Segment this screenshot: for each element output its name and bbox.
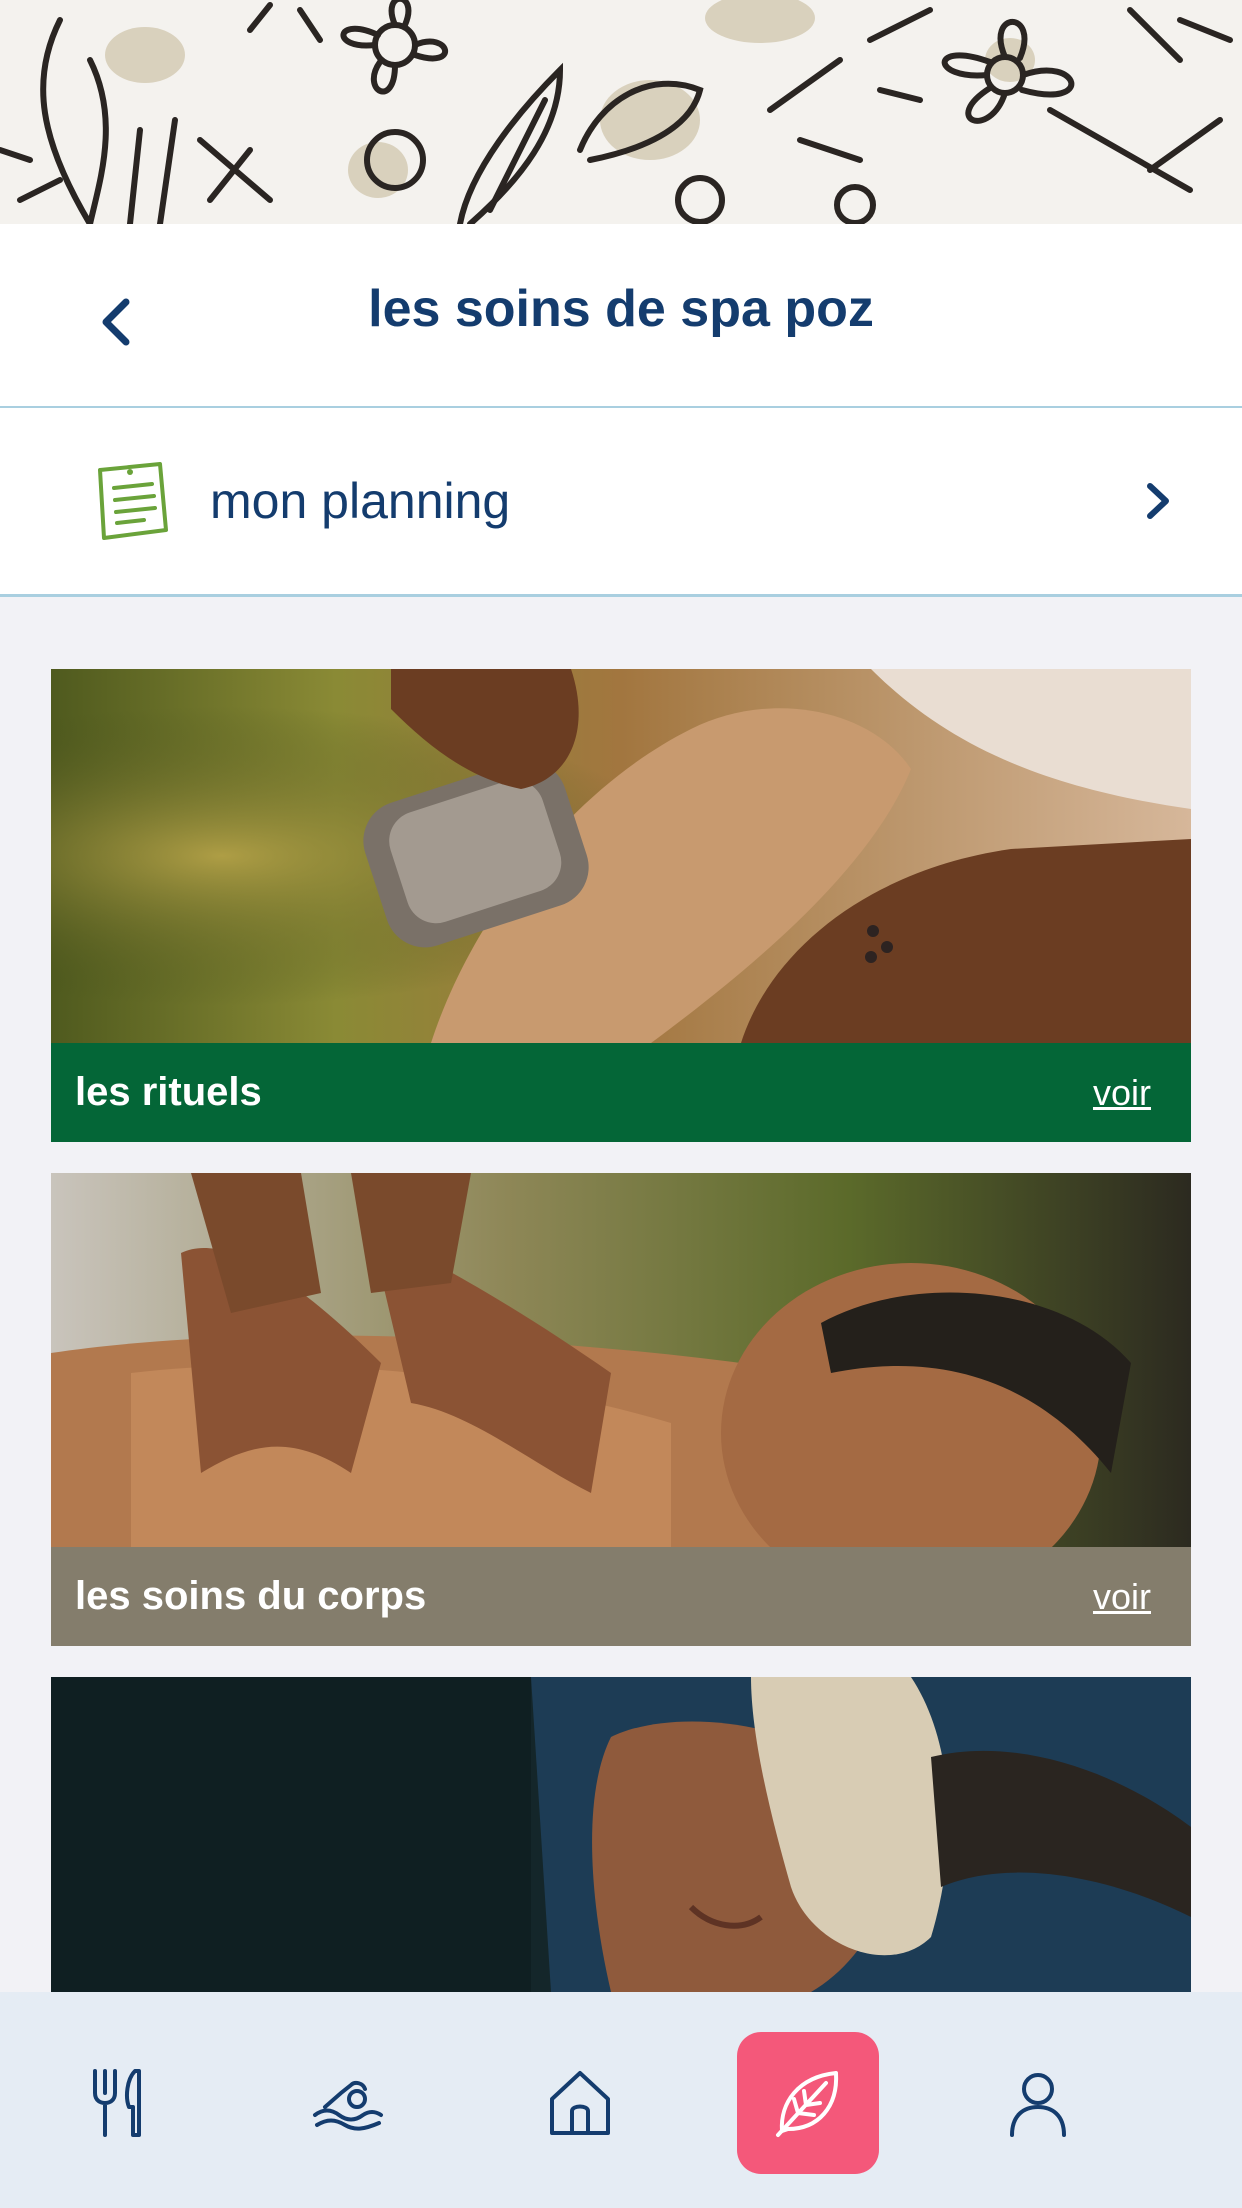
soins-du-corps-photo [51, 1173, 1191, 1547]
chevron-right-icon [1147, 483, 1169, 519]
tab-profile[interactable] [967, 2032, 1109, 2174]
fork-knife-icon [93, 2069, 141, 2137]
user-icon [1010, 2073, 1066, 2137]
tab-restaurant[interactable] [48, 2032, 190, 2174]
swimmer-icon [313, 2080, 383, 2131]
tab-spa[interactable] [737, 2032, 879, 2174]
card-title: les rituels [75, 1070, 262, 1114]
page-title: les soins de spa poz [368, 280, 874, 338]
notepad-icon [98, 462, 168, 540]
voir-link[interactable]: voir [1093, 1072, 1151, 1114]
tab-home[interactable] [509, 2032, 651, 2174]
home-icon [550, 2071, 610, 2135]
facial-photo [51, 1677, 1191, 1992]
card-soins-du-corps[interactable]: les soins du corps voir [51, 1173, 1191, 1646]
soins-du-corps-caption-bar: les soins du corps voir [51, 1547, 1191, 1646]
planning-label: mon planning [210, 473, 511, 529]
rituels-caption-bar: les rituels voir [51, 1043, 1191, 1142]
planning-row[interactable]: mon planning [0, 408, 1242, 597]
voir-link[interactable]: voir [1093, 1576, 1151, 1618]
card-rituels[interactable]: les rituels voir [51, 669, 1191, 1142]
card-soins-visage[interactable] [51, 1677, 1191, 1992]
card-title: les soins du corps [75, 1574, 427, 1618]
floral-header-illustration [0, 0, 1242, 224]
rituels-photo [51, 669, 1191, 1043]
tab-activities[interactable] [276, 2032, 418, 2174]
leaf-icon [776, 2071, 839, 2137]
bottom-tab-bar [0, 1992, 1242, 2208]
